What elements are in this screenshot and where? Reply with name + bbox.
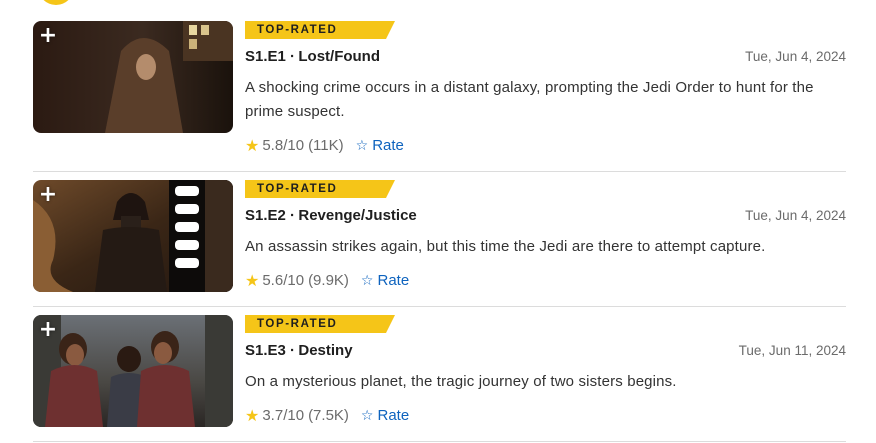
add-to-watchlist-icon[interactable]: + [38,319,58,341]
star-outline-icon: ☆ [355,137,369,154]
rating-row: ★ 5.8/10 (11K) ☆ Rate [245,136,404,155]
list-item: + TOP-RATED S1.E3 ∙ Destiny Tue, Jun 11,… [33,315,846,441]
divider [33,171,846,172]
rate-button[interactable]: ☆ Rate [361,272,409,289]
rate-label: Rate [372,137,404,154]
star-icon: ★ [245,136,260,155]
rating-row: ★ 3.7/10 (7.5K) ☆ Rate [245,406,409,425]
rate-button[interactable]: ☆ Rate [361,407,409,424]
star-outline-icon: ☆ [360,272,374,289]
episode-description: An assassin strikes again, but this time… [245,238,766,255]
star-outline-icon: ☆ [360,407,374,424]
divider [33,306,846,307]
rating-value: 3.7 [262,407,284,424]
rating-max: /10 [283,272,305,289]
rating-row: ★ 5.6/10 (9.9K) ☆ Rate [245,271,409,290]
top-rated-badge: TOP-RATED [245,21,395,39]
rating-value: 5.6 [262,272,284,289]
rating-max: /10 [283,407,305,424]
star-icon: ★ [245,406,260,425]
air-date: Tue, Jun 4, 2024 [745,49,846,64]
add-to-watchlist-icon[interactable]: + [38,25,58,47]
top-rated-badge: TOP-RATED [245,315,395,333]
air-date: Tue, Jun 4, 2024 [745,208,846,223]
divider [33,441,846,442]
rating-value: 5.8 [262,137,284,154]
rate-button[interactable]: ☆ Rate [356,137,404,154]
top-rated-badge: TOP-RATED [245,180,395,198]
rate-label: Rate [377,272,410,289]
vote-count: (11K) [308,137,344,154]
episode-description: On a mysterious planet, the tragic journ… [245,373,677,390]
list-item: + TOP-RATED S1.E1 ∙ Lost/Found Tue, Jun … [33,21,846,171]
rating-max: /10 [283,137,305,154]
star-icon: ★ [245,271,260,290]
episode-title[interactable]: S1.E2 ∙ Revenge/Justice [245,207,417,224]
episode-title[interactable]: S1.E3 ∙ Destiny [245,342,353,359]
episode-thumbnail[interactable]: + [33,180,233,292]
episode-title[interactable]: S1.E1 ∙ Lost/Found [245,48,380,65]
vote-count: (9.9K) [308,272,349,289]
section-marker [38,0,74,5]
episode-description: A shocking crime occurs in a distant gal… [245,79,814,120]
episode-list-page: + TOP-RATED S1.E1 ∙ Lost/Found Tue, Jun … [0,0,876,443]
episode-thumbnail[interactable]: + [33,21,233,133]
list-item: + TOP-RATED S1.E2 ∙ Revenge/Justice Tue,… [33,180,846,306]
air-date: Tue, Jun 11, 2024 [738,343,846,358]
rate-label: Rate [377,407,410,424]
episode-thumbnail[interactable]: + [33,315,233,427]
vote-count: (7.5K) [308,407,349,424]
add-to-watchlist-icon[interactable]: + [38,184,58,206]
